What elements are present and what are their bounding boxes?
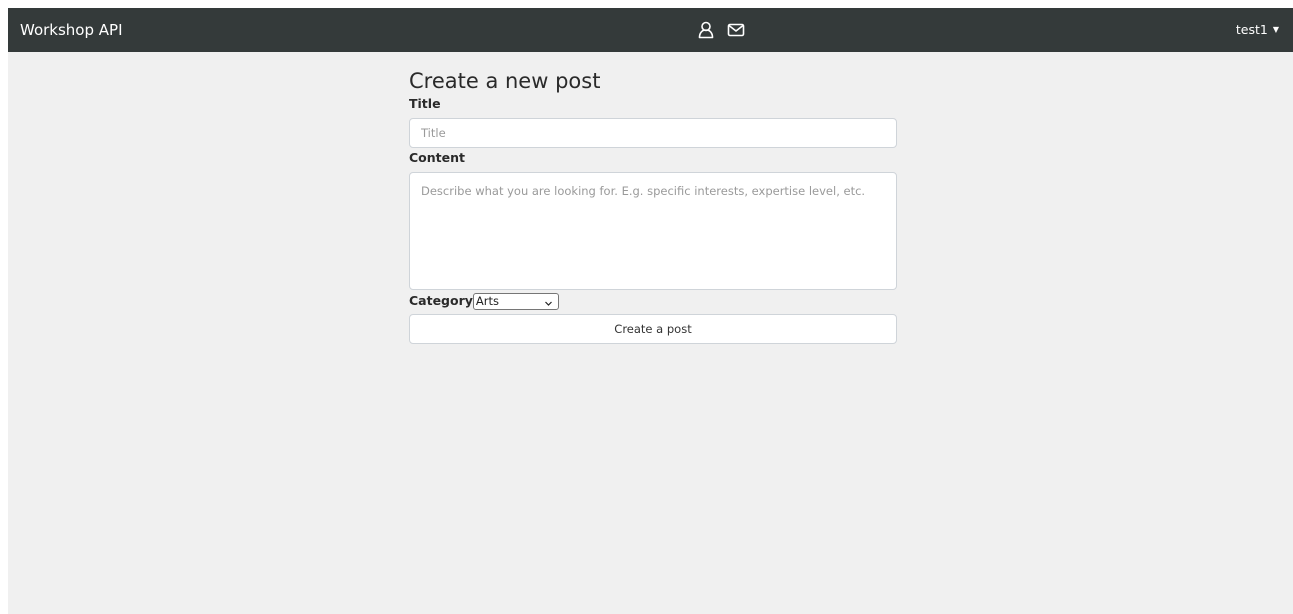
title-label: Title [409, 96, 441, 111]
content-label: Content [409, 150, 465, 165]
brand-link[interactable]: Workshop API [20, 20, 123, 40]
navbar: Workshop API test1 ▼ [8, 8, 1293, 52]
category-select[interactable]: Arts [472, 292, 559, 310]
title-input[interactable] [409, 118, 897, 148]
nav-icons [696, 20, 746, 40]
create-post-form: Create a new post Title Content Category… [409, 68, 897, 344]
create-post-button[interactable]: Create a post [409, 314, 897, 344]
caret-down-icon: ▼ [1272, 25, 1279, 34]
category-row: Category Arts [409, 291, 897, 311]
chevron-down-icon [544, 297, 553, 306]
user-icon[interactable] [696, 20, 716, 40]
user-menu-label: test1 [1235, 22, 1268, 37]
envelope-icon[interactable] [726, 20, 746, 40]
category-label: Category [409, 293, 473, 308]
user-menu[interactable]: test1 ▼ [1236, 21, 1279, 39]
category-selected-value: Arts [475, 293, 500, 308]
page-title: Create a new post [409, 69, 601, 93]
app-frame: Workshop API test1 ▼ Create a new post T… [8, 8, 1293, 614]
content-textarea[interactable] [409, 172, 897, 290]
